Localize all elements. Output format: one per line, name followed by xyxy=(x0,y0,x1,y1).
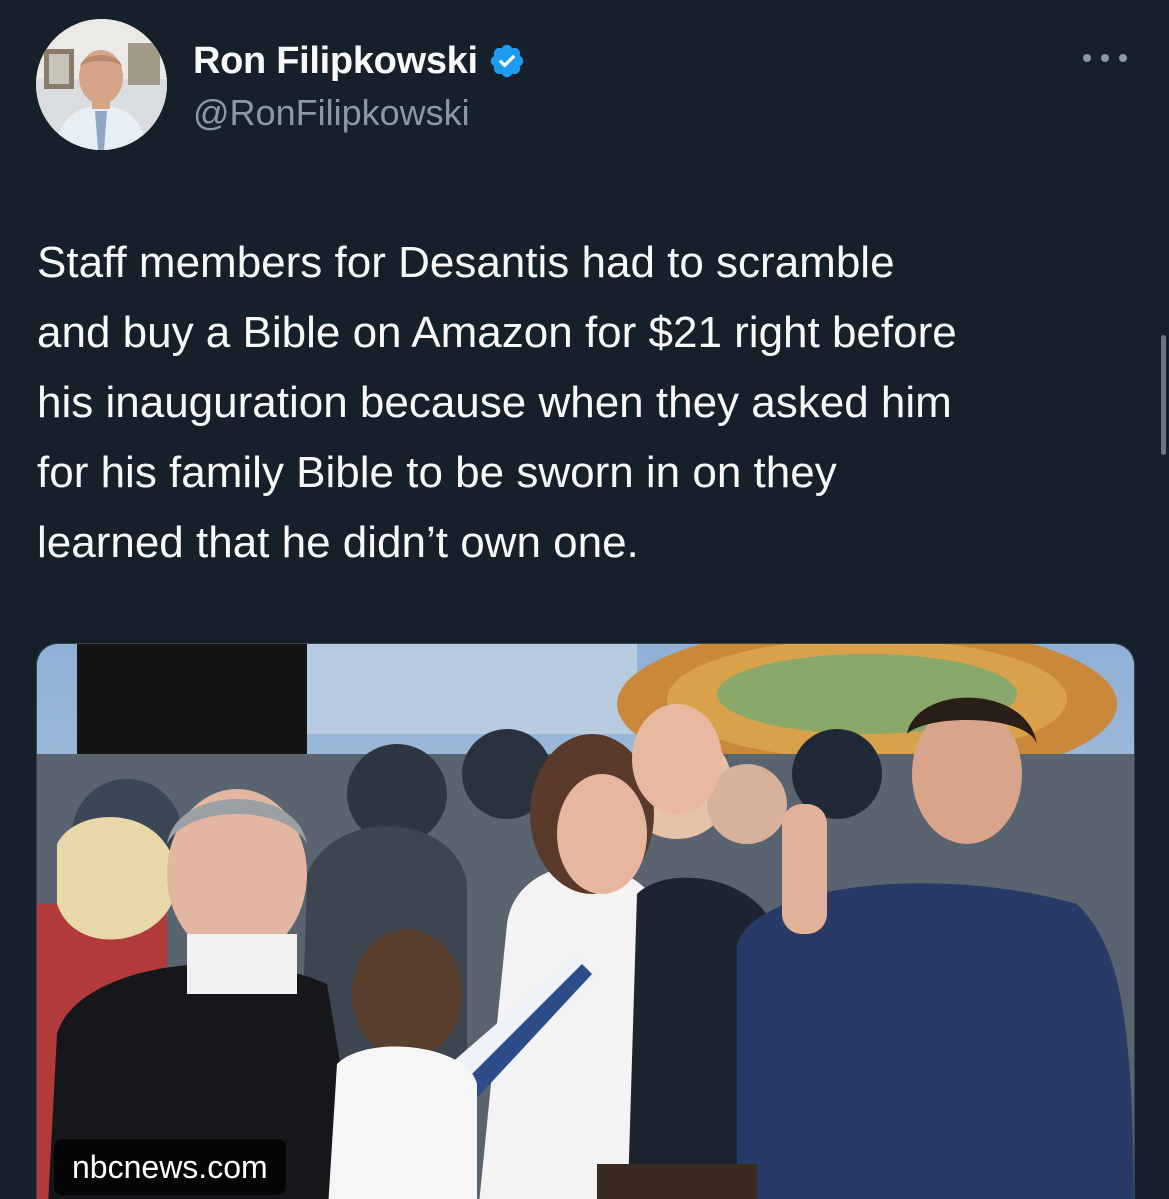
tweet-media-photo[interactable] xyxy=(36,643,1135,1199)
tweet-card[interactable]: Ron Filipkowski @RonFilipkowski Staff me… xyxy=(0,0,1169,1199)
more-dot xyxy=(1119,54,1127,62)
profile-photo-icon xyxy=(36,19,167,150)
author-display-name[interactable]: Ron Filipkowski xyxy=(193,40,478,83)
inauguration-photo xyxy=(37,644,1134,1199)
scrollbar-thumb[interactable] xyxy=(1161,335,1166,455)
media-source-label: nbcnews.com xyxy=(54,1139,286,1195)
more-dot xyxy=(1101,54,1109,62)
author-avatar[interactable] xyxy=(36,19,167,150)
verified-badge-icon xyxy=(490,44,523,78)
more-dot xyxy=(1083,54,1091,62)
more-options-icon[interactable] xyxy=(1083,48,1127,68)
tweet-text: Staff members for Desantis had to scramb… xyxy=(37,238,957,567)
author-name-row[interactable]: Ron Filipkowski xyxy=(193,38,526,84)
author-handle[interactable]: @RonFilipkowski xyxy=(193,92,470,134)
scrollbar[interactable] xyxy=(1155,0,1169,1199)
